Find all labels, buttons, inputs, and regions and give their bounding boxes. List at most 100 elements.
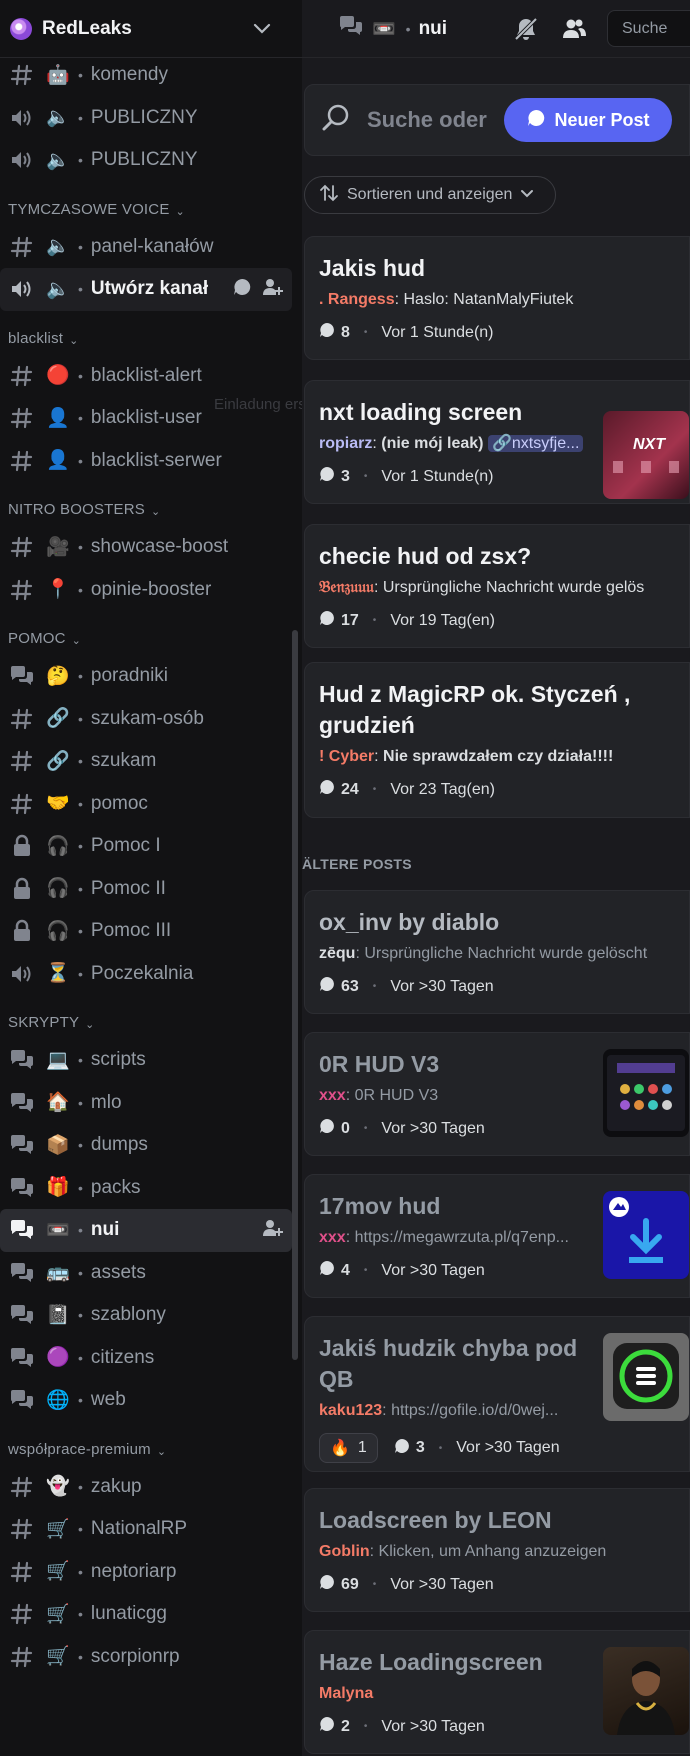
- sidebar-scrollbar[interactable]: [292, 630, 298, 1360]
- post-title: 17mov hud: [319, 1193, 441, 1219]
- channel-szablony[interactable]: 📓 • szablony: [0, 1294, 292, 1337]
- channel-opinie-booster[interactable]: 📍 • opinie-booster: [0, 569, 292, 612]
- post-title: Jakis hud: [319, 255, 426, 281]
- channel-pomoc-iii[interactable]: 🎧 • Pomoc III: [0, 910, 292, 953]
- new-post-button[interactable]: Neuer Post: [504, 98, 672, 142]
- post-author[interactable]: Goblin: [319, 1543, 370, 1560]
- forum-post-card[interactable]: Loadscreen by LEON Goblin: Klicken, um A…: [304, 1488, 690, 1612]
- channel-neptoriarp[interactable]: 🛒 • neptoriarp: [0, 1551, 292, 1594]
- reaction-button[interactable]: 🔥 1: [319, 1433, 378, 1463]
- category-pomoc[interactable]: POMOC ⌄: [0, 611, 302, 655]
- add-member-icon[interactable]: [262, 277, 284, 302]
- category-skrypty[interactable]: SKRYPTY ⌄: [0, 995, 302, 1039]
- chevron-down-icon: ⌄: [85, 1019, 95, 1031]
- message-count-icon: [319, 976, 335, 997]
- post-author[interactable]: . Rangess: [319, 291, 395, 308]
- category-wspolprace-premium[interactable]: współprace-premium ⌄: [0, 1422, 302, 1466]
- channel-komendy[interactable]: 🤖 • komendy: [0, 54, 292, 97]
- category-blacklist[interactable]: blacklist ⌄: [0, 311, 302, 355]
- forum-post-card[interactable]: Haze Loadingscreen Malyna 2 • Vor >30 Ta…: [304, 1630, 690, 1754]
- forum-post-card[interactable]: Hud z MagicRP ok. Styczeń , grudzień ! C…: [304, 662, 690, 818]
- channel-utworz-kanal[interactable]: 🔈 • Utwórz kanał: [0, 268, 292, 311]
- channel-scorpionrp[interactable]: 🛒 • scorpionrp: [0, 1636, 292, 1679]
- forum-post-card[interactable]: Jakiś hudzik chyba pod QB kaku123: https…: [304, 1316, 690, 1472]
- post-thumbnail[interactable]: [603, 1191, 689, 1279]
- post-preview: Goblin: Klicken, um Anhang anzuzeigen: [319, 1543, 607, 1560]
- message-count: 3: [341, 467, 350, 485]
- post-thumbnail[interactable]: [603, 1647, 689, 1735]
- channel-nationalrp[interactable]: 🛒 • NationalRP: [0, 1508, 292, 1551]
- mute-notifications-icon[interactable]: [508, 11, 544, 47]
- post-meta: 24 • Vor 23 Tag(en): [319, 779, 675, 800]
- post-author[interactable]: ropiarz: [319, 435, 372, 452]
- forum-post-card[interactable]: Jakis hud . Rangess: Haslo: NatanMalyFiu…: [304, 236, 690, 360]
- chat-icon[interactable]: [232, 277, 252, 302]
- channel-dumps[interactable]: 📦 • dumps: [0, 1124, 292, 1167]
- post-author[interactable]: zēqu: [319, 945, 355, 962]
- channel-emoji: 🔈: [46, 107, 70, 129]
- channel-emoji: 🎧: [46, 878, 70, 900]
- channel-poczekalnia[interactable]: ⏳ • Poczekalnia: [0, 953, 292, 996]
- post-author[interactable]: xxx: [319, 1229, 346, 1246]
- post-author[interactable]: xxx: [319, 1087, 346, 1104]
- channel-assets[interactable]: 🚌 • assets: [0, 1252, 292, 1295]
- chevron-down-icon[interactable]: [244, 11, 280, 47]
- category-nitro-boosters[interactable]: NITRO BOOSTERS ⌄: [0, 482, 302, 526]
- channel-packs[interactable]: 🎁 • packs: [0, 1167, 292, 1210]
- channel-emoji: 🛒: [46, 1603, 70, 1625]
- channel-emoji: 🛒: [46, 1646, 70, 1668]
- post-meta: 17 • Vor 19 Tag(en): [319, 610, 675, 631]
- channel-nui[interactable]: 📼 • nui: [0, 1209, 292, 1252]
- channel-scripts[interactable]: 💻 • scripts: [0, 1039, 292, 1082]
- forum-channel-icon: [8, 1174, 36, 1202]
- server-header[interactable]: RedLeaks: [0, 0, 302, 58]
- channel-blacklist-alert[interactable]: 🔴 • blacklist-alert: [0, 355, 292, 398]
- search-input[interactable]: Suche: [607, 10, 690, 47]
- channel-publiczny-1[interactable]: 🔈 • PUBLICZNY: [0, 97, 292, 140]
- lock-icon: [8, 832, 36, 860]
- category-tymczasowe-voice[interactable]: TYMCZASOWE VOICE ⌄: [0, 182, 302, 226]
- post-thumbnail[interactable]: NXT: [603, 411, 689, 499]
- message-count: 0: [341, 1119, 350, 1137]
- channel-emoji: 👤: [46, 407, 70, 429]
- forum-post-card[interactable]: ox_inv by diablo zēqu: Ursprüngliche Nac…: [304, 890, 690, 1014]
- post-thumbnail[interactable]: [603, 1333, 689, 1421]
- member-list-icon[interactable]: [556, 11, 592, 47]
- channel-poradniki[interactable]: 🤔 • poradniki: [0, 655, 292, 698]
- channel-panel-kanalow[interactable]: 🔈 • panel-kanałów: [0, 226, 292, 269]
- channel-blacklist-serwer[interactable]: 👤 • blacklist-serwer: [0, 440, 292, 483]
- forum-channel-icon: [8, 1131, 36, 1159]
- channel-citizens[interactable]: 🟣 • citizens: [0, 1337, 292, 1380]
- channel-pomoc[interactable]: 🤝 • pomoc: [0, 783, 292, 826]
- channel-emoji: 🔈: [46, 149, 70, 171]
- sort-and-view-button[interactable]: Sortieren und anzeigen: [304, 176, 556, 214]
- forum-post-card[interactable]: nxt loading screen ropiarz: (nie mój lea…: [304, 380, 690, 504]
- channel-publiczny-2[interactable]: 🔈 • PUBLICZNY: [0, 139, 292, 182]
- channel-mlo[interactable]: 🏠 • mlo: [0, 1082, 292, 1125]
- post-thumbnail[interactable]: [603, 1049, 689, 1137]
- forum-post-card[interactable]: 0R HUD V3 xxx: 0R HUD V3 0 • Vor >30 Tag…: [304, 1032, 690, 1156]
- post-author[interactable]: kaku123: [319, 1402, 382, 1419]
- channel-showcase-boost[interactable]: 🎥 • showcase-boost: [0, 526, 292, 569]
- post-author[interactable]: ! Cyber: [319, 748, 374, 765]
- channel-label: poradniki: [90, 665, 169, 687]
- add-member-icon[interactable]: [262, 1218, 284, 1243]
- message-count: 63: [341, 977, 359, 995]
- post-author[interactable]: 𝔅𝔢𝔫𝔷𝔲𝔲𝔲: [319, 579, 374, 596]
- link-chip[interactable]: 🔗nxtsyfje...: [487, 435, 584, 452]
- forum-post-card[interactable]: checie hud od zsx? 𝔅𝔢𝔫𝔷𝔲𝔲𝔲: Ursprünglich…: [304, 524, 690, 648]
- post-author[interactable]: Malyna: [319, 1685, 373, 1702]
- channel-label: blacklist-user: [90, 407, 202, 429]
- channel-szukam-osob[interactable]: 🔗 • szukam-osób: [0, 698, 292, 741]
- channel-pomoc-i[interactable]: 🎧 • Pomoc I: [0, 825, 292, 868]
- channel-lunaticgg[interactable]: 🛒 • lunaticgg: [0, 1593, 292, 1636]
- channel-name: nui: [418, 17, 448, 39]
- channel-web[interactable]: 🌐 • web: [0, 1379, 292, 1422]
- forum-post-card[interactable]: 17mov hud xxx: https://megawrzuta.pl/q7e…: [304, 1174, 690, 1298]
- channel-pomoc-ii[interactable]: 🎧 • Pomoc II: [0, 868, 292, 911]
- channel-zakup[interactable]: 👻 • zakup: [0, 1466, 292, 1509]
- channel-szukam[interactable]: 🔗 • szukam: [0, 740, 292, 783]
- post-time: Vor >30 Tagen: [456, 1439, 560, 1456]
- post-time: Vor >30 Tagen: [390, 977, 494, 995]
- voice-channel-icon: [8, 146, 36, 174]
